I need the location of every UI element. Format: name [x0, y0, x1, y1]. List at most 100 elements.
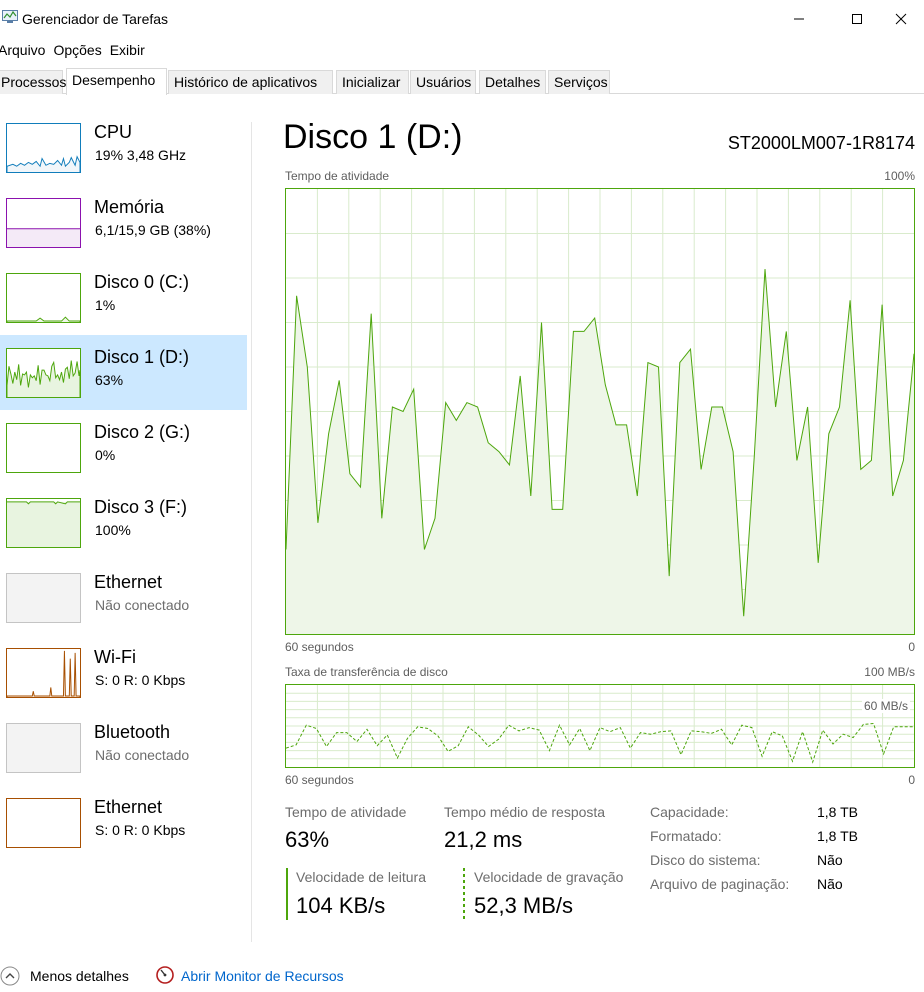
- write-speed-data-point: [691, 730, 692, 731]
- write-speed-data-point: [640, 732, 641, 733]
- write-speed-data-point: [599, 727, 600, 728]
- menu-arquivo[interactable]: Arquivo: [0, 40, 51, 62]
- minimize-button[interactable]: [776, 0, 822, 38]
- activity-data-point: [434, 518, 435, 519]
- activity-data-point: [679, 362, 680, 363]
- maximize-icon: [852, 14, 862, 24]
- activity-data-point: [403, 411, 404, 412]
- activity-graph-x-left-label: 60 segundos: [285, 640, 354, 654]
- close-button[interactable]: [878, 0, 924, 38]
- formatted-value: 1,8 TB: [817, 828, 858, 844]
- activity-data-point: [307, 366, 308, 367]
- activity-data-point: [339, 380, 340, 381]
- write-speed-data-point: [680, 754, 681, 755]
- response-stat-value: 21,2 ms: [444, 827, 523, 852]
- write-speed-data-point: [772, 731, 773, 732]
- write-speed-data-point: [792, 761, 793, 762]
- write-speed-data-point: [336, 732, 337, 733]
- menu-exibir[interactable]: Exibir: [110, 40, 151, 62]
- write-speed-data-point: [417, 726, 418, 727]
- window-title: Gerenciador de Tarefas: [22, 11, 169, 27]
- cpu-thumbnail-graph: [6, 123, 81, 173]
- write-speed-data-point: [478, 734, 479, 735]
- write-speed-data-point: [812, 762, 813, 763]
- activity-data-point: [615, 424, 616, 425]
- fewer-details-link[interactable]: Menos detalhes: [30, 968, 129, 984]
- transfer-graph-label: Taxa de transferência de disco: [285, 665, 448, 679]
- sidebar-item-disco-1[interactable]: Disco 1 (D:) 63%: [0, 335, 247, 410]
- sidebar-item-disco-3[interactable]: Disco 3 (F:) 100%: [0, 485, 247, 560]
- write-speed-data-point: [356, 741, 357, 742]
- write-speed-data-point: [853, 737, 854, 738]
- tab-desempenho[interactable]: Desempenho: [66, 68, 167, 95]
- write-speed-data-point: [903, 726, 904, 727]
- sidebar-item-memoria[interactable]: Memória 6,1/15,9 GB (38%): [0, 185, 247, 260]
- sidebar-item-wifi[interactable]: Wi-Fi S: 0 R: 0 Kbps: [0, 635, 247, 710]
- write-speed-data-point: [832, 743, 833, 744]
- sidebar-item-disco-0[interactable]: Disco 0 (C:) 1%: [0, 260, 247, 335]
- activity-data-point: [509, 464, 510, 465]
- write-speed-data-point: [366, 729, 367, 730]
- write-speed-data-point: [579, 728, 580, 729]
- write-speed-data-point: [721, 729, 722, 730]
- tab-usuarios[interactable]: Usuários: [410, 70, 476, 94]
- activity-data-point: [466, 402, 467, 403]
- chevron-up-icon[interactable]: [0, 966, 20, 986]
- tab-historico[interactable]: Histórico de aplicativos: [168, 70, 333, 94]
- write-speed-data-point: [508, 725, 509, 726]
- activity-data-point: [381, 518, 382, 519]
- sidebar-item-ethernet-2[interactable]: Ethernet S: 0 R: 0 Kbps: [0, 785, 247, 860]
- read-speed-indicator: [286, 868, 288, 920]
- open-resource-monitor-link[interactable]: Abrir Monitor de Recursos: [181, 968, 344, 984]
- page-file-value: Não: [817, 876, 843, 892]
- sidebar-item-cpu[interactable]: CPU 19% 3,48 GHz: [0, 110, 247, 185]
- activity-data-point: [413, 389, 414, 390]
- sidebar-item-label: Bluetooth: [94, 722, 171, 742]
- activity-data-point: [520, 375, 521, 376]
- write-speed-data-point: [549, 750, 550, 751]
- sidebar-item-ethernet-1[interactable]: Ethernet Não conectado: [0, 560, 247, 635]
- sidebar-item-value: S: 0 R: 0 Kbps: [95, 822, 186, 838]
- write-speed-data-point: [843, 734, 844, 735]
- read-speed-value: 104 KB/s: [296, 893, 386, 918]
- tab-servicos[interactable]: Serviços: [548, 70, 610, 94]
- capacity-value: 1,8 TB: [817, 804, 858, 820]
- write-speed-data-point: [346, 732, 347, 733]
- activity-data-point: [850, 300, 851, 301]
- tab-detalhes[interactable]: Detalhes: [479, 70, 546, 94]
- write-speed-data-point: [630, 748, 631, 749]
- sidebar-item-bluetooth[interactable]: Bluetooth Não conectado: [0, 710, 247, 785]
- tab-processos[interactable]: Processos: [0, 70, 66, 94]
- write-speed-data-point: [427, 728, 428, 729]
- activity-data-point: [807, 406, 808, 407]
- tab-inicializar[interactable]: Inicializar: [336, 70, 409, 94]
- activity-data-point: [818, 562, 819, 563]
- transfer-graph: 60 MB/s: [285, 684, 915, 768]
- menu-opcoes[interactable]: Opções: [53, 40, 107, 62]
- activity-data-point: [424, 549, 425, 550]
- activity-data-point: [552, 509, 553, 510]
- write-speed-data-point: [589, 750, 590, 751]
- write-speed-data-point: [650, 734, 651, 735]
- write-speed-data-point: [448, 751, 449, 752]
- sidebar-item-disco-2[interactable]: Disco 2 (G:) 0%: [0, 410, 247, 485]
- transfer-graph-svg: [286, 685, 914, 767]
- write-speed-data-point: [559, 725, 560, 726]
- maximize-button[interactable]: [834, 0, 880, 38]
- write-speed-data-point: [893, 726, 894, 727]
- write-speed-data-point: [802, 731, 803, 732]
- activity-data-point: [839, 406, 840, 407]
- activity-data-point: [349, 473, 350, 474]
- write-speed-value: 52,3 MB/s: [474, 893, 574, 918]
- sidebar-item-value: S: 0 R: 0 Kbps: [95, 672, 186, 688]
- capacity-label: Capacidade:: [650, 804, 729, 820]
- activity-data-point: [296, 295, 297, 296]
- resource-sidebar: CPU 19% 3,48 GHz Memória 6,1/15,9 GB (38…: [0, 110, 248, 940]
- write-speed-data-point: [741, 725, 742, 726]
- write-speed-label: Velocidade de gravação: [474, 869, 624, 885]
- write-speed-data-point: [711, 733, 712, 734]
- write-speed-data-point: [620, 727, 621, 728]
- write-speed-data-point: [407, 738, 408, 739]
- activity-data-point: [743, 616, 744, 617]
- activity-graph-svg: [286, 189, 914, 634]
